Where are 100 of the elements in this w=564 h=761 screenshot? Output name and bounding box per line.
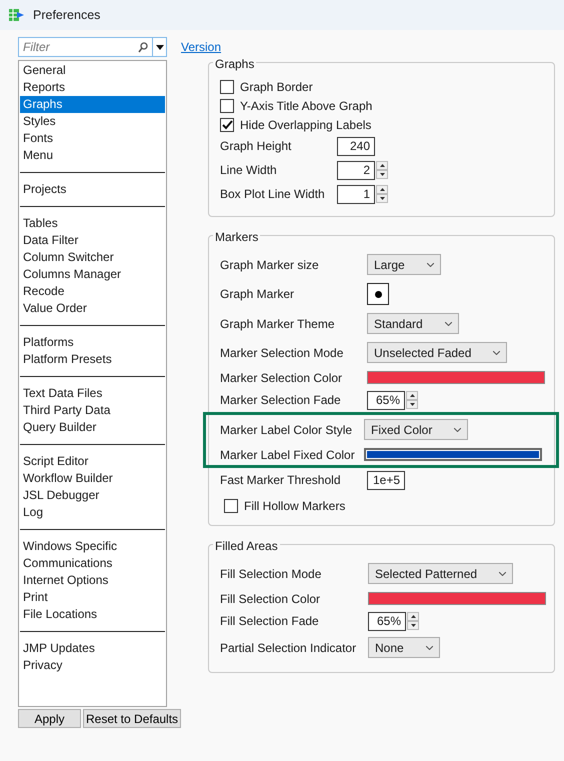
color-swatch[interactable] (367, 371, 545, 384)
category-item[interactable]: Column Switcher (20, 249, 165, 266)
dropdown[interactable]: Fixed Color (364, 419, 468, 440)
category-item[interactable]: Value Order (20, 300, 165, 317)
field-label: Marker Selection Mode (220, 344, 344, 362)
category-item[interactable]: Script Editor (20, 453, 165, 470)
checkbox-label: Hide Overlapping Labels (240, 116, 372, 134)
filter-dropdown-button[interactable] (152, 38, 166, 56)
triangle-up-icon (380, 164, 384, 167)
field-label: Marker Label Fixed Color (220, 446, 356, 464)
field-label: Partial Selection Indicator (220, 640, 358, 656)
category-item[interactable]: Recode (20, 283, 165, 300)
category-item[interactable]: Columns Manager (20, 266, 165, 283)
triangle-down-icon (410, 403, 414, 406)
triangle-up-icon (380, 188, 384, 191)
dot-icon (374, 290, 382, 298)
spin-down-button[interactable] (407, 621, 419, 630)
checkbox[interactable] (220, 98, 234, 112)
triangle-down-icon (410, 624, 416, 627)
number-field[interactable]: 65% (368, 612, 406, 630)
category-item[interactable]: Fonts (20, 130, 165, 147)
category-item[interactable]: Tables (20, 215, 165, 232)
triangle-down-icon (380, 197, 384, 200)
number-field[interactable]: 1e+5 (367, 470, 405, 490)
caret-icon (156, 44, 164, 50)
dropdown[interactable]: Large (367, 254, 441, 275)
category-item[interactable]: Windows Specific (20, 538, 165, 555)
chevron-icon (444, 322, 452, 326)
dropdown[interactable]: Selected Patterned (368, 563, 514, 584)
field-label: Graph Marker size (220, 256, 320, 274)
category-item[interactable]: Data Filter (20, 232, 165, 249)
category-item[interactable]: Log (20, 504, 165, 521)
apply-button[interactable]: Apply (18, 709, 81, 728)
reset-button[interactable]: Reset to Defaults (83, 709, 182, 728)
filter-box[interactable]: Filter (18, 37, 167, 57)
version-link[interactable]: Version (181, 40, 222, 54)
marker-picker[interactable] (367, 283, 389, 305)
field-label: Fill Selection Fade (220, 613, 320, 630)
category-item[interactable]: Third Party Data (20, 402, 165, 419)
checkbox-label: Graph Border (240, 78, 313, 96)
category-item[interactable]: Graphs (20, 96, 165, 113)
chevron-icon (499, 572, 506, 576)
chevron-icon (426, 262, 434, 266)
chevron-icon (426, 646, 433, 650)
spin-down-button[interactable] (376, 170, 388, 179)
category-item[interactable]: Communications (20, 555, 165, 572)
dropdown[interactable]: Unselected Faded (367, 342, 508, 363)
field-label: Line Width (220, 162, 278, 179)
category-item[interactable]: File Locations (20, 606, 165, 623)
category-item[interactable]: Text Data Files (20, 385, 165, 402)
category-item[interactable]: Reports (20, 79, 165, 96)
search-icon (138, 42, 148, 52)
spin-down-button[interactable] (376, 194, 388, 203)
color-swatch[interactable] (364, 448, 542, 461)
window-title: Preferences (33, 6, 100, 24)
category-item[interactable]: Workflow Builder (20, 470, 165, 487)
chevron-icon (454, 428, 462, 432)
category-item[interactable]: Platform Presets (20, 351, 165, 368)
category-item[interactable]: Query Builder (20, 419, 165, 436)
checkbox[interactable] (224, 498, 238, 512)
field-label: Box Plot Line Width (220, 186, 326, 203)
number-field[interactable]: 240 (337, 136, 375, 156)
category-item[interactable]: Print (20, 589, 165, 606)
triangle-up-icon (410, 394, 414, 397)
number-field[interactable]: 65% (367, 390, 405, 410)
field-label: Fill Selection Mode (220, 566, 322, 582)
checkbox[interactable] (220, 118, 234, 132)
checkbox[interactable] (220, 80, 234, 94)
category-item[interactable]: Styles (20, 113, 165, 130)
category-item[interactable]: Platforms (20, 334, 165, 351)
spin-up-button[interactable] (406, 391, 418, 400)
category-item[interactable]: Projects (20, 181, 165, 198)
triangle-down-icon (380, 173, 384, 176)
category-item[interactable]: General (20, 62, 165, 79)
category-item[interactable]: Menu (20, 147, 165, 164)
triangle-up-icon (410, 615, 416, 618)
dropdown[interactable]: Standard (367, 313, 459, 334)
chevron-icon (493, 350, 500, 354)
category-item[interactable]: JSL Debugger (20, 487, 165, 504)
dropdown[interactable]: None (368, 637, 440, 658)
color-swatch[interactable] (368, 592, 546, 605)
spin-up-button[interactable] (376, 161, 388, 170)
filter-field[interactable]: Filter (19, 38, 138, 56)
spin-up-button[interactable] (407, 612, 419, 621)
number-field[interactable]: 1 (337, 184, 375, 204)
category-item[interactable]: Internet Options (20, 572, 165, 589)
number-field[interactable]: 2 (337, 160, 375, 180)
spin-up-button[interactable] (376, 185, 388, 194)
field-label: Marker Selection Fade (220, 392, 342, 409)
field-label: Fill Selection Color (220, 590, 322, 608)
field-label: Marker Selection Color (220, 370, 344, 386)
field-label: Marker Label Color Style (220, 422, 354, 438)
app-icon (9, 8, 25, 22)
category-item[interactable]: Privacy (20, 657, 165, 674)
field-label: Graph Height (220, 138, 292, 155)
checkbox-label: Y-Axis Title Above Graph (240, 98, 372, 114)
spin-down-button[interactable] (406, 400, 418, 409)
field-label: Graph Marker (220, 286, 296, 303)
field-label: Fast Marker Threshold (220, 472, 342, 489)
category-item[interactable]: JMP Updates (20, 640, 165, 657)
